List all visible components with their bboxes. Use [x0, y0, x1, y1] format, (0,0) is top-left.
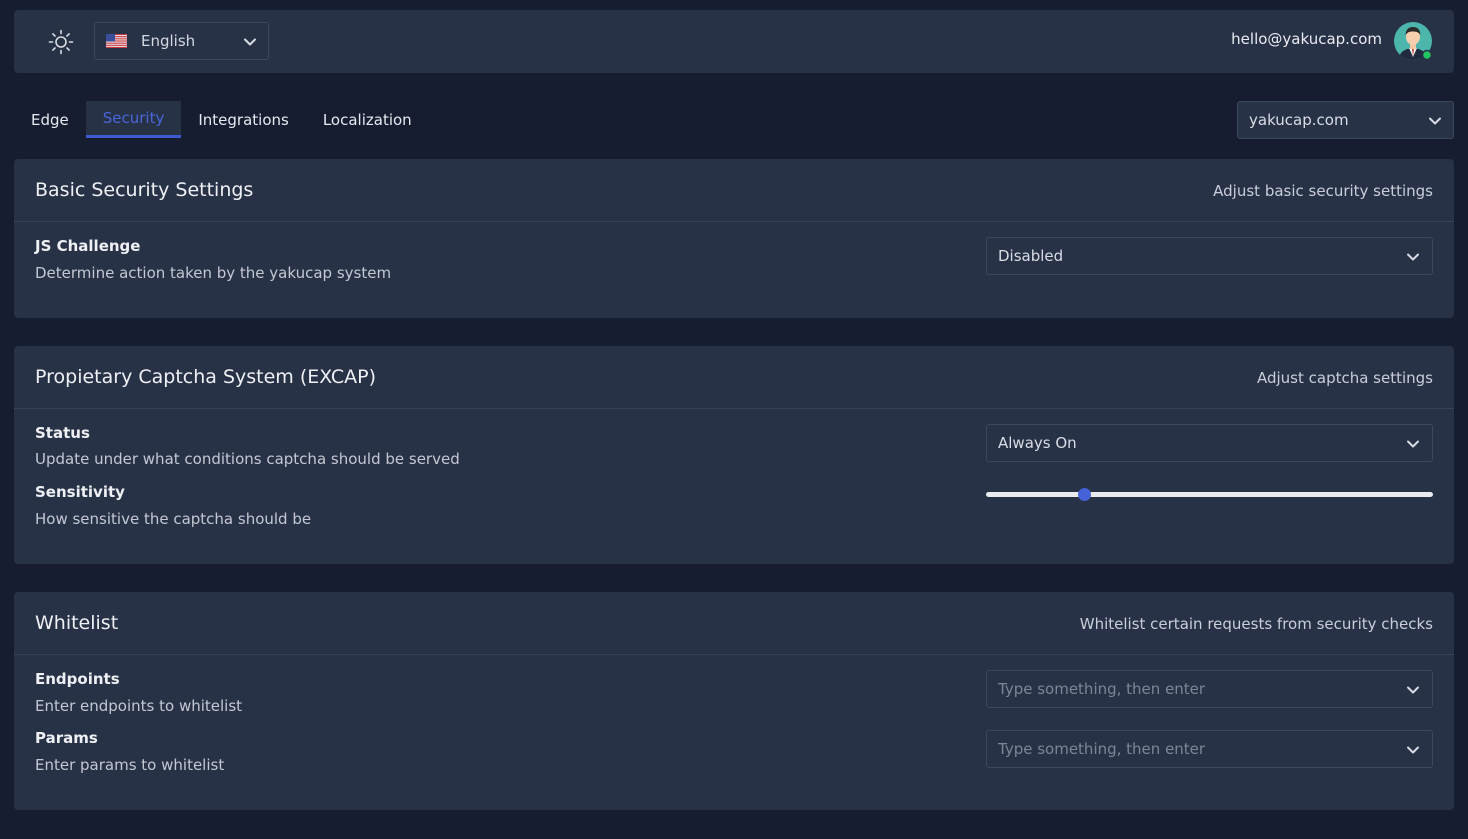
- params-description: Enter params to whitelist: [35, 756, 225, 774]
- params-input[interactable]: Type something, then enter: [986, 730, 1433, 768]
- status-description: Update under what conditions captcha sho…: [35, 450, 460, 468]
- card-subtitle: Adjust basic security settings: [1213, 182, 1433, 200]
- language-select[interactable]: English: [94, 22, 269, 60]
- chevron-down-icon: [1429, 117, 1441, 125]
- card-header: Basic Security Settings Adjust basic sec…: [14, 159, 1454, 222]
- top-bar: English hello@yakucap.com: [14, 10, 1454, 73]
- sensitivity-slider[interactable]: [986, 488, 1433, 501]
- chevron-down-icon: [1407, 440, 1419, 448]
- user-email: hello@yakucap.com: [1231, 30, 1382, 48]
- tab-edge[interactable]: Edge: [14, 101, 86, 138]
- chevron-down-icon: [1407, 253, 1419, 261]
- js-challenge-select[interactable]: Disabled: [986, 237, 1433, 275]
- tab-bar: Edge Security Integrations Localization: [14, 101, 429, 139]
- tab-localization[interactable]: Localization: [306, 101, 429, 138]
- card-header: Whitelist Whitelist certain requests fro…: [14, 592, 1454, 655]
- endpoints-input[interactable]: Type something, then enter: [986, 670, 1433, 708]
- card-subtitle: Adjust captcha settings: [1256, 369, 1433, 387]
- sun-icon[interactable]: [48, 29, 74, 55]
- tab-security[interactable]: Security: [85, 101, 182, 138]
- online-status-dot: [1421, 49, 1433, 61]
- status-label: Status: [35, 424, 90, 442]
- status-select[interactable]: Always On: [986, 424, 1433, 462]
- slider-handle[interactable]: [1077, 488, 1091, 501]
- endpoints-description: Enter endpoints to whitelist: [35, 697, 243, 715]
- js-challenge-label: JS Challenge: [35, 237, 141, 255]
- params-placeholder: Type something, then enter: [998, 740, 1206, 758]
- endpoints-label: Endpoints: [35, 670, 120, 688]
- card-title: Basic Security Settings: [35, 179, 254, 201]
- js-challenge-value: Disabled: [998, 247, 1064, 265]
- chevron-down-icon: [1407, 746, 1419, 754]
- domain-select-value: yakucap.com: [1249, 111, 1349, 129]
- basic-security-card: Basic Security Settings Adjust basic sec…: [14, 159, 1454, 318]
- card-subtitle: Whitelist certain requests from security…: [1079, 615, 1433, 633]
- avatar[interactable]: [1393, 21, 1433, 61]
- domain-select[interactable]: yakucap.com: [1237, 101, 1454, 139]
- js-challenge-description: Determine action taken by the yakucap sy…: [35, 264, 392, 282]
- sensitivity-description: How sensitive the captcha should be: [35, 510, 312, 528]
- chevron-down-icon: [244, 38, 256, 46]
- language-label: English: [141, 32, 196, 50]
- card-header: Propietary Captcha System (EXCAP) Adjust…: [14, 346, 1454, 409]
- whitelist-card: Whitelist Whitelist certain requests fro…: [14, 592, 1454, 810]
- params-label: Params: [35, 729, 98, 747]
- status-value: Always On: [998, 434, 1077, 452]
- card-title: Propietary Captcha System (EXCAP): [35, 366, 377, 388]
- chevron-down-icon: [1407, 686, 1419, 694]
- captcha-card: Propietary Captcha System (EXCAP) Adjust…: [14, 346, 1454, 564]
- endpoints-placeholder: Type something, then enter: [998, 680, 1206, 698]
- card-title: Whitelist: [35, 612, 119, 634]
- tab-integrations[interactable]: Integrations: [181, 101, 305, 138]
- sensitivity-label: Sensitivity: [35, 483, 125, 501]
- us-flag-icon: [106, 34, 127, 48]
